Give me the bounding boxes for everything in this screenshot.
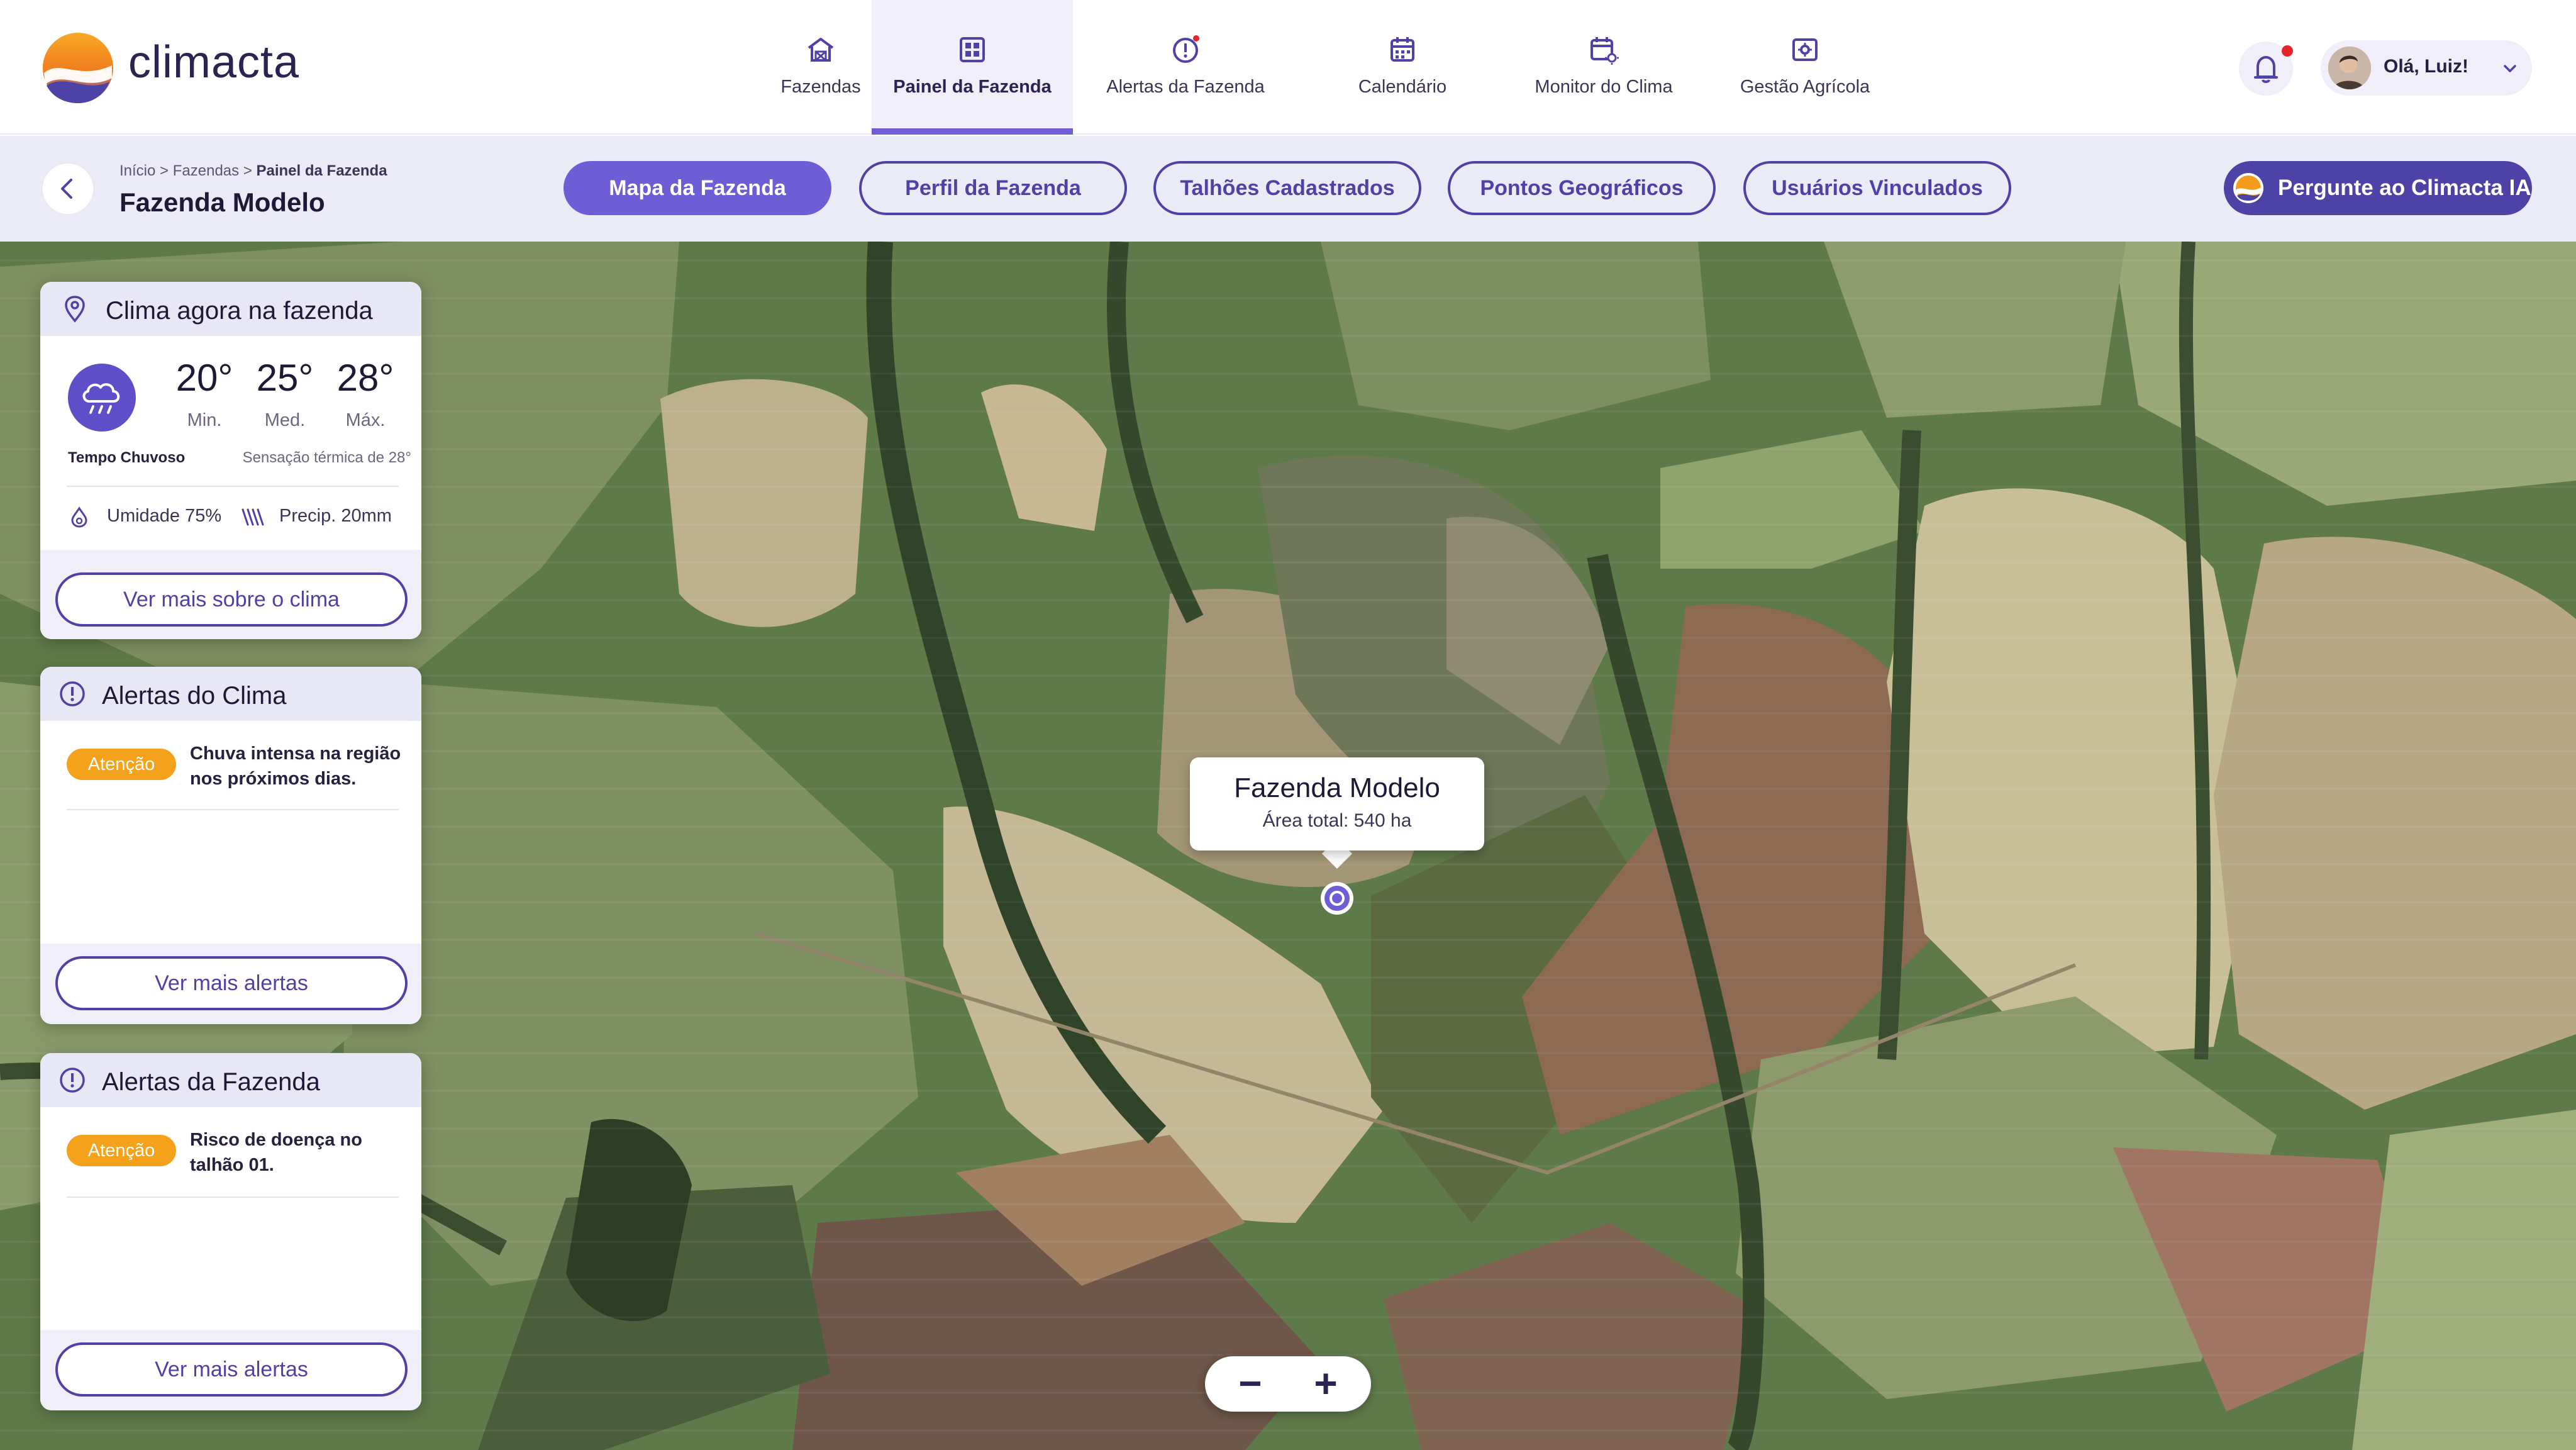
status-badge: Atenção xyxy=(67,1135,176,1166)
nav-label: Monitor do Clima xyxy=(1535,77,1673,97)
alert-text: Risco de doença no talhão 01. xyxy=(190,1130,362,1175)
rain-cloud-icon xyxy=(68,364,136,432)
climacta-logo[interactable] xyxy=(42,31,114,104)
card-title: Clima agora na fazenda xyxy=(106,297,373,325)
nav-alertas-da-fazenda[interactable]: Alertas da Fazenda xyxy=(1088,0,1283,135)
alert-icon xyxy=(60,681,85,706)
calendar-icon xyxy=(1391,37,1414,62)
more-climate-alerts-button[interactable]: Ver mais alertas xyxy=(55,956,408,1010)
breadcrumb: Início > Fazendas > Painel da Fazenda xyxy=(119,162,387,180)
nav-gestao-agricola[interactable]: Gestão Agrícola xyxy=(1711,0,1899,135)
climate-alerts-card: Alertas do Clima Atenção Chuva intensa n… xyxy=(40,667,421,1024)
more-farm-alerts-button[interactable]: Ver mais alertas xyxy=(55,1342,408,1397)
farm-alerts-card: Alertas da Fazenda Atenção Risco de doen… xyxy=(40,1053,421,1410)
barn-icon xyxy=(808,38,834,62)
zoom-out-button[interactable]: − xyxy=(1213,1356,1288,1412)
location-pin-icon xyxy=(65,296,85,323)
temp-min: 20° xyxy=(175,357,233,399)
breadcrumb-current: Painel da Fazenda xyxy=(256,162,387,179)
popup-area: Área total: 540 ha xyxy=(1262,810,1412,831)
dashboard-icon xyxy=(960,37,985,62)
temp-med-label: Med. xyxy=(264,410,306,430)
card-title: Alertas da Fazenda xyxy=(102,1068,320,1096)
nav-label: Alertas da Fazenda xyxy=(1106,77,1265,97)
humidity-icon xyxy=(71,506,87,528)
brand-name: climacta xyxy=(128,37,300,87)
tab-mapa-da-fazenda[interactable]: Mapa da Fazenda xyxy=(564,161,831,215)
zoom-in-button[interactable]: + xyxy=(1288,1356,1363,1412)
notification-dot xyxy=(2282,45,2293,57)
nav-painel-da-fazenda[interactable]: Painel da Fazenda xyxy=(872,0,1073,135)
more-weather-button[interactable]: Ver mais sobre o clima xyxy=(55,572,408,627)
feels-like: Sensação térmica de 28° xyxy=(242,449,411,466)
status-badge: Atenção xyxy=(67,749,176,780)
divider xyxy=(67,1196,399,1198)
tab-perfil-da-fazenda[interactable]: Perfil da Fazenda xyxy=(859,161,1127,215)
temp-max: 28° xyxy=(336,357,394,399)
climacta-ai-icon xyxy=(2233,173,2263,203)
divider xyxy=(67,486,399,487)
alert-icon xyxy=(60,1068,85,1093)
breadcrumb-separator: > xyxy=(160,162,169,179)
weather-card: Clima agora na fazenda 20° 25° 28° Min. … xyxy=(40,282,421,639)
tab-usuarios-vinculados[interactable]: Usuários Vinculados xyxy=(1743,161,2011,215)
chevron-left-icon xyxy=(61,179,72,199)
farm-location-marker[interactable] xyxy=(1318,879,1356,917)
nav-monitor-do-clima[interactable]: Monitor do Clima xyxy=(1509,0,1698,135)
nav-label: Calendário xyxy=(1358,77,1447,97)
user-photo xyxy=(2328,47,2371,89)
temp-max-label: Máx. xyxy=(345,410,386,430)
back-button[interactable] xyxy=(43,164,93,214)
user-greeting: Olá, Luiz! xyxy=(2384,56,2468,77)
weather-calendar-icon xyxy=(1591,37,1619,65)
precipitation-value: Precip. 20mm xyxy=(279,506,392,526)
farm-popup: Fazenda Modelo Área total: 540 ha xyxy=(1190,757,1484,850)
nav-label: Painel da Fazenda xyxy=(893,77,1052,97)
precipitation-icon xyxy=(242,508,264,526)
temp-med: 25° xyxy=(256,357,314,399)
temp-min-label: Min. xyxy=(187,410,222,430)
card-header: Clima agora na fazenda xyxy=(40,282,421,336)
weather-condition: Tempo Chuvoso xyxy=(68,449,186,466)
nav-calendario[interactable]: Calendário xyxy=(1308,0,1497,135)
breadcrumb-separator: > xyxy=(243,162,252,179)
zoom-control: − + xyxy=(1205,1356,1371,1412)
avatar[interactable] xyxy=(2328,47,2371,89)
nav-label: Gestão Agrícola xyxy=(1740,77,1870,97)
alert-icon xyxy=(1173,35,1199,63)
page-title: Fazenda Modelo xyxy=(119,187,325,217)
management-icon xyxy=(1792,38,1818,61)
alert-text: Chuva intensa na região nos próximos dia… xyxy=(190,744,401,789)
card-header: Alertas do Clima xyxy=(40,667,421,721)
chevron-down-icon[interactable] xyxy=(2501,59,2519,78)
divider xyxy=(67,809,399,810)
card-header: Alertas da Fazenda xyxy=(40,1053,421,1107)
card-title: Alertas do Clima xyxy=(102,682,287,710)
ask-ai-button[interactable]: Pergunte ao Climacta IA xyxy=(2224,161,2532,215)
breadcrumb-home[interactable]: Início xyxy=(119,162,155,179)
humidity-value: Umidade 75% xyxy=(107,506,222,526)
tab-talhoes-cadastrados[interactable]: Talhões Cadastrados xyxy=(1153,161,1421,215)
breadcrumb-farms[interactable]: Fazendas xyxy=(173,162,239,179)
tab-pontos-geograficos[interactable]: Pontos Geográficos xyxy=(1448,161,1716,215)
top-navbar xyxy=(0,0,2576,135)
popup-title: Fazenda Modelo xyxy=(1234,772,1440,803)
